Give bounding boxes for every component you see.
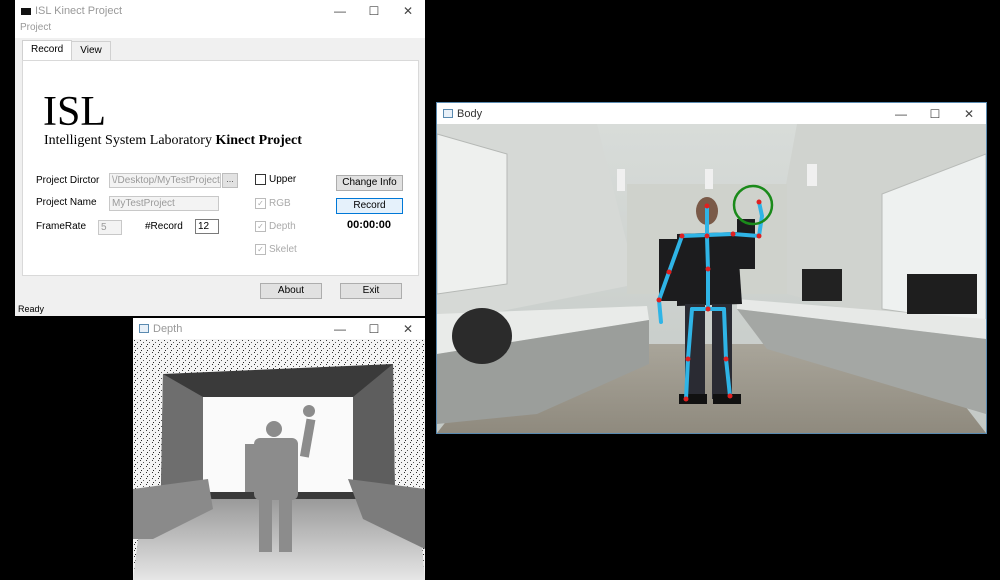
tab-record[interactable]: Record: [22, 40, 73, 62]
record-timer: 00:00:00: [347, 219, 392, 231]
record-button[interactable]: Record: [336, 198, 403, 214]
checkbox-depth-label: Depth: [269, 221, 296, 232]
isl-logo: ISL: [43, 89, 106, 135]
app-icon: [21, 7, 31, 15]
depth-maximize-icon[interactable]: ☐: [357, 318, 391, 340]
checkbox-upper-box[interactable]: [255, 174, 266, 185]
checkbox-depth[interactable]: ✓ Depth: [255, 221, 296, 232]
record-count-field[interactable]: 12: [195, 219, 219, 234]
depth-close-icon[interactable]: ✕: [391, 318, 425, 340]
project-name-field[interactable]: MyTestProject: [109, 196, 219, 211]
checkbox-rgb-box[interactable]: ✓: [255, 198, 266, 209]
depth-title: Depth: [153, 322, 183, 335]
body-camera-view: [437, 124, 986, 433]
subtitle-plain: Intelligent System Laboratory: [44, 133, 212, 148]
maximize-icon[interactable]: ☐: [357, 0, 391, 22]
change-info-button[interactable]: Change Info: [336, 175, 403, 191]
checkbox-skelet-label: Skelet: [269, 244, 297, 255]
record-panel: ISL Intelligent System Laboratory Kinect…: [22, 60, 419, 276]
body-maximize-icon[interactable]: ☐: [918, 103, 952, 125]
main-titlebar[interactable]: ISL Kinect Project — ☐ ✕: [15, 0, 425, 22]
depth-window: Depth — ☐ ✕: [133, 318, 425, 580]
depth-titlebar[interactable]: Depth — ☐ ✕: [133, 318, 425, 339]
body-close-icon[interactable]: ✕: [952, 103, 986, 125]
project-dir-field[interactable]: \/Desktop/MyTestProject: [109, 173, 221, 188]
tab-view[interactable]: View: [71, 41, 111, 61]
checkbox-depth-box[interactable]: ✓: [255, 221, 266, 232]
body-titlebar[interactable]: Body — ☐ ✕: [437, 103, 986, 124]
depth-minimize-icon[interactable]: —: [323, 318, 357, 340]
project-name-label: Project Name: [36, 197, 97, 208]
menu-project[interactable]: Project: [15, 22, 425, 38]
status-bar: Ready: [18, 304, 45, 314]
record-count-label: #Record: [145, 221, 183, 232]
main-title: ISL Kinect Project: [35, 5, 123, 17]
minimize-icon[interactable]: —: [323, 0, 357, 22]
checkbox-upper[interactable]: Upper: [255, 174, 296, 185]
depth-window-icon: [139, 324, 149, 333]
main-window: ISL Kinect Project — ☐ ✕ Project Record …: [15, 0, 425, 316]
close-icon[interactable]: ✕: [391, 0, 425, 22]
checkbox-skelet-box[interactable]: ✓: [255, 244, 266, 255]
about-button[interactable]: About: [260, 283, 322, 299]
framerate-field[interactable]: 5: [98, 220, 122, 235]
subtitle-bold: Kinect Project: [215, 133, 302, 148]
depth-image: [133, 339, 425, 580]
browse-button[interactable]: ...: [222, 173, 238, 188]
project-dir-label: Project Dirctor: [36, 175, 100, 186]
body-window-icon: [443, 109, 453, 118]
isl-subtitle: Intelligent System Laboratory Kinect Pro…: [44, 133, 302, 149]
checkbox-upper-label: Upper: [269, 174, 297, 185]
body-title: Body: [457, 107, 483, 120]
exit-button[interactable]: Exit: [340, 283, 402, 299]
checkbox-rgb-label: RGB: [269, 198, 291, 209]
body-window: Body — ☐ ✕: [436, 102, 987, 434]
checkbox-skelet[interactable]: ✓ Skelet: [255, 244, 297, 255]
body-minimize-icon[interactable]: —: [884, 103, 918, 125]
framerate-label: FrameRate: [36, 221, 87, 232]
checkbox-rgb[interactable]: ✓ RGB: [255, 198, 291, 209]
